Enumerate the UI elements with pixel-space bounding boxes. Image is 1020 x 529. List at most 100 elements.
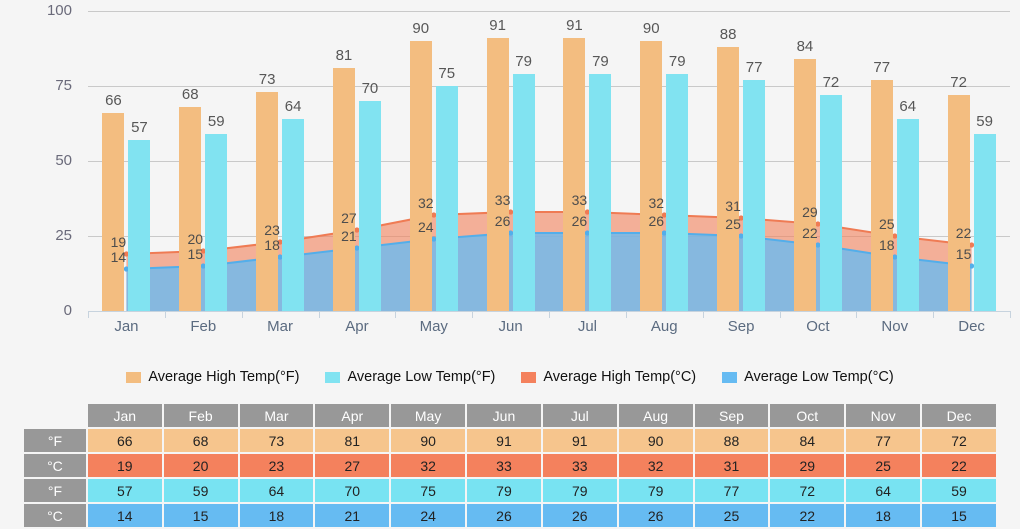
label-low-c-Dec: 15 xyxy=(955,246,972,262)
bar-low-f-Jan[interactable] xyxy=(128,140,151,311)
table-cell-3-Jul: 26 xyxy=(542,504,617,527)
label-low-f-Oct: 72 xyxy=(822,74,840,91)
x-label-Jul: Jul xyxy=(577,318,597,335)
label-high-f-Mar: 73 xyxy=(258,71,276,88)
x-label-Jun: Jun xyxy=(498,318,523,335)
bar-high-f-Apr[interactable] xyxy=(332,68,355,311)
x-label-Dec: Dec xyxy=(958,318,985,335)
label-low-f-Dec: 59 xyxy=(976,113,993,130)
table-row: °F 66 68 73 81 90 91 91 90 88 84 77 72 xyxy=(24,429,996,452)
label-low-f-Mar: 64 xyxy=(284,98,302,115)
bar-high-f-Jun[interactable] xyxy=(486,38,509,311)
legend-item-2[interactable]: Average High Temp(°C) xyxy=(521,369,696,385)
table-cell-0-Feb: 68 xyxy=(163,429,238,452)
label-high-f-Nov: 77 xyxy=(873,59,891,76)
table-cell-1-Feb: 20 xyxy=(163,454,238,477)
bar-high-f-Sep[interactable] xyxy=(717,47,740,311)
table-cell-0-Dec: 72 xyxy=(922,429,996,452)
x-label-Jan: Jan xyxy=(114,318,139,335)
table-cell-1-Jul: 33 xyxy=(542,454,617,477)
table-cell-1-Jun: 33 xyxy=(467,454,541,477)
table-cell-0-Apr: 81 xyxy=(315,429,390,452)
table-cell-0-Jan: 66 xyxy=(87,429,162,452)
legend-item-1[interactable]: Average Low Temp(°F) xyxy=(325,369,495,385)
label-low-c-Oct: 22 xyxy=(802,225,818,241)
bar-high-f-Jul[interactable] xyxy=(563,38,586,311)
bar-low-f-Dec[interactable] xyxy=(973,134,996,311)
table-body: °F 66 68 73 81 90 91 91 90 88 84 77 72 °C 19 20 23 27 32 33… xyxy=(24,429,996,527)
label-high-f-Jun: 91 xyxy=(489,17,506,34)
table-cell-2-Jan: 57 xyxy=(87,479,162,502)
chart-plot-region: Temperature (°F/°C) 1007550250 665768597… xyxy=(0,0,1020,340)
bar-low-f-Aug[interactable] xyxy=(666,74,689,311)
label-high-c-Feb: 20 xyxy=(187,231,204,247)
x-tick-mark-12 xyxy=(1010,311,1011,318)
bar-low-f-Nov[interactable] xyxy=(896,119,919,311)
label-high-c-Jun: 33 xyxy=(494,192,511,208)
table-cell-1-Apr: 27 xyxy=(315,454,390,477)
table-header-row: Jan Feb Mar Apr May Jun Jul Aug Sep Oct Nov Dec xyxy=(24,404,996,427)
bar-high-f-Feb[interactable] xyxy=(179,107,202,311)
bar-high-f-Jan[interactable] xyxy=(102,113,125,311)
label-low-c-Aug: 26 xyxy=(648,213,665,229)
table-cell-2-Oct: 72 xyxy=(770,479,845,502)
label-high-f-Feb: 68 xyxy=(181,86,199,103)
label-low-f-Jun: 79 xyxy=(515,53,532,70)
table-cell-2-Sep: 77 xyxy=(694,479,769,502)
table-corner-cell xyxy=(24,404,86,427)
label-high-c-May: 32 xyxy=(417,195,434,211)
table-col-header-Dec: Dec xyxy=(922,404,996,427)
label-low-c-Nov: 18 xyxy=(878,237,895,253)
y-tick-100: 100 xyxy=(46,2,72,19)
table-cell-2-Jul: 79 xyxy=(542,479,617,502)
legend-item-3[interactable]: Average Low Temp(°C) xyxy=(722,369,894,385)
plot-canvas xyxy=(88,11,1010,311)
chart-legend: Average High Temp(°F) Average Low Temp(°F… xyxy=(0,364,1020,390)
table-cell-1-Aug: 32 xyxy=(618,454,693,477)
table-cell-2-Feb: 59 xyxy=(163,479,238,502)
table-cell-1-Oct: 29 xyxy=(770,454,845,477)
label-high-c-Aug: 32 xyxy=(648,195,665,211)
label-low-f-Feb: 59 xyxy=(207,113,225,130)
bar-low-f-Apr[interactable] xyxy=(358,101,381,311)
table-row: °C 19 20 23 27 32 33 33 32 31 29 25 22 xyxy=(24,454,996,477)
label-high-f-Apr: 81 xyxy=(335,47,353,64)
bar-high-f-Mar[interactable] xyxy=(256,92,279,311)
x-label-Apr: Apr xyxy=(345,318,369,335)
bar-high-f-Oct[interactable] xyxy=(793,59,816,311)
label-low-c-Sep: 25 xyxy=(725,216,741,232)
x-tick-mark-1 xyxy=(164,311,166,318)
bar-high-f-Aug[interactable] xyxy=(640,41,663,311)
legend-swatch-icon-0 xyxy=(126,371,142,383)
bar-low-f-Mar[interactable] xyxy=(282,119,305,311)
label-low-f-Jul: 79 xyxy=(592,53,609,70)
table-col-header-Sep: Sep xyxy=(694,404,769,427)
table-cell-0-Mar: 73 xyxy=(239,429,314,452)
legend-label-1: Average Low Temp(°F) xyxy=(347,369,496,385)
label-high-f-Oct: 84 xyxy=(796,38,814,55)
table-col-header-May: May xyxy=(391,404,466,427)
x-tick-mark-7 xyxy=(625,311,627,318)
table-col-header-Feb: Feb xyxy=(163,404,238,427)
x-label-Mar: Mar xyxy=(267,318,293,335)
bar-low-f-Feb[interactable] xyxy=(205,134,228,311)
y-tick-0: 0 xyxy=(63,302,72,319)
y-tick-75: 75 xyxy=(55,77,72,94)
label-high-c-Nov: 25 xyxy=(878,216,895,232)
table-row-header-2: °F xyxy=(24,479,86,502)
table-col-header-Oct: Oct xyxy=(770,404,845,427)
legend-label-3: Average Low Temp(°C) xyxy=(744,369,894,385)
legend-swatch-icon-3 xyxy=(722,371,738,383)
legend-swatch-icon-2 xyxy=(521,371,537,383)
legend-label-2: Average High Temp(°C) xyxy=(543,369,697,385)
x-tick-mark-4 xyxy=(395,311,397,318)
bar-low-f-Sep[interactable] xyxy=(743,80,766,311)
bar-low-f-Oct[interactable] xyxy=(819,95,842,311)
table-cell-0-Oct: 84 xyxy=(770,429,845,452)
label-high-c-Apr: 27 xyxy=(341,210,357,226)
table-cell-2-Dec: 59 xyxy=(922,479,996,502)
table-cell-3-Sep: 25 xyxy=(694,504,769,527)
table-col-header-Jun: Jun xyxy=(467,404,541,427)
legend-item-0[interactable]: Average High Temp(°F) xyxy=(126,369,299,385)
table-row-header-0: °F xyxy=(24,429,86,452)
